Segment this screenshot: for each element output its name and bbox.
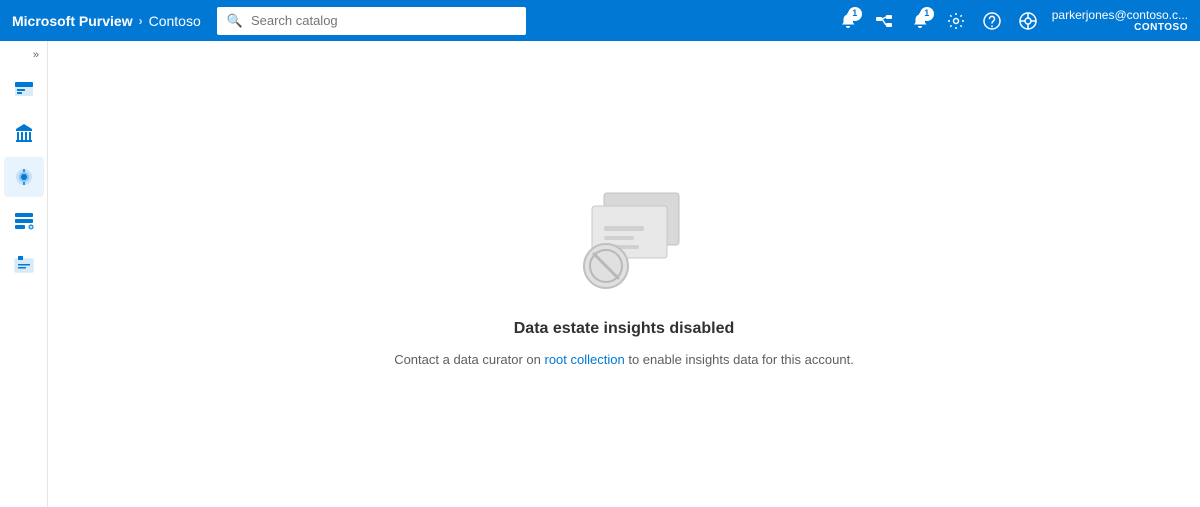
empty-state-title: Data estate insights disabled <box>514 320 735 338</box>
connections-button[interactable] <box>868 5 900 37</box>
settings-button[interactable] <box>940 5 972 37</box>
sidebar-item-insights[interactable] <box>4 157 44 197</box>
alerts-badge: 1 <box>920 7 934 21</box>
disabled-illustration <box>544 178 704 308</box>
search-input[interactable] <box>251 13 516 28</box>
help-icon <box>983 12 1001 30</box>
sidebar: » <box>0 41 48 507</box>
connections-icon <box>875 12 893 30</box>
notifications-badge: 1 <box>848 7 862 21</box>
brand-chevron: › <box>139 14 143 28</box>
governance-icon <box>12 121 36 145</box>
management-icon <box>12 209 36 233</box>
notifications-button[interactable]: 1 <box>832 5 864 37</box>
search-bar: 🔍 <box>217 7 527 35</box>
feedback-button[interactable] <box>1012 5 1044 37</box>
search-icon: 🔍 <box>227 13 243 29</box>
layout: » <box>0 41 1200 507</box>
data-catalog-icon <box>12 77 36 101</box>
alerts-button[interactable]: 1 <box>904 5 936 37</box>
brand-name: Microsoft Purview <box>12 13 133 29</box>
insights-icon <box>12 165 36 189</box>
user-profile[interactable]: parkerjones@contoso.c... CONTOSO <box>1052 8 1188 33</box>
sidebar-expand-button[interactable]: » <box>0 49 47 61</box>
username: parkerjones@contoso.c... <box>1052 8 1188 22</box>
empty-state: Data estate insights disabled Contact a … <box>394 178 854 370</box>
sidebar-item-governance[interactable] <box>4 113 44 153</box>
sidebar-item-management[interactable] <box>4 201 44 241</box>
sidebar-item-tools[interactable] <box>4 245 44 285</box>
empty-state-description: Contact a data curator on root collectio… <box>394 350 854 370</box>
tools-icon <box>12 253 36 277</box>
header-icons: 1 1 <box>832 5 1188 37</box>
org-name: CONTOSO <box>1134 22 1188 33</box>
help-button[interactable] <box>976 5 1008 37</box>
main-content: Data estate insights disabled Contact a … <box>48 41 1200 507</box>
tenant-name: Contoso <box>149 13 201 29</box>
sidebar-item-data-catalog[interactable] <box>4 69 44 109</box>
root-collection-link[interactable]: root collection <box>545 352 625 367</box>
brand: Microsoft Purview › Contoso <box>12 13 201 29</box>
feedback-icon <box>1019 12 1037 30</box>
gear-icon <box>947 12 965 30</box>
header: Microsoft Purview › Contoso 🔍 1 <box>0 0 1200 41</box>
